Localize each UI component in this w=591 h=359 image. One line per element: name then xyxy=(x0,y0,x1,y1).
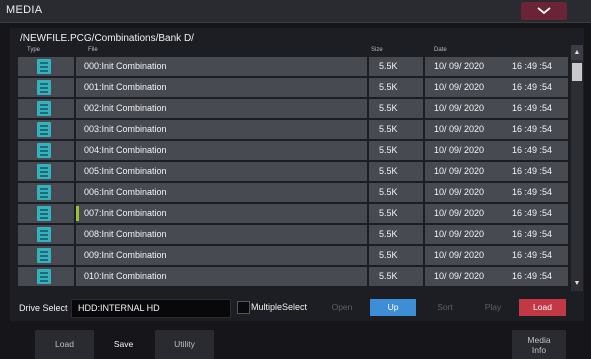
open-button[interactable]: Open xyxy=(322,299,362,316)
file-size: 5.5K xyxy=(379,145,398,155)
window-title: MEDIA xyxy=(6,4,43,16)
file-size: 5.5K xyxy=(379,61,398,71)
drive-select-field[interactable]: HDD:INTERNAL HD xyxy=(71,299,231,318)
combination-file-icon xyxy=(37,227,51,242)
file-name: 007:Init Combination xyxy=(84,208,167,218)
file-row[interactable]: 000:Init Combination 5.5K 10/ 09/ 2020 16… xyxy=(18,57,568,76)
file-time: 16 :49 :54 xyxy=(512,103,553,113)
file-row[interactable]: 005:Init Combination 5.5K 10/ 09/ 2020 16… xyxy=(18,162,568,181)
file-date: 10/ 09/ 2020 xyxy=(434,61,485,71)
current-path: /NEWFILE.PCG/Combinations/Bank D/ xyxy=(20,33,194,44)
file-size: 5.5K xyxy=(379,82,398,92)
file-size: 5.5K xyxy=(379,271,398,281)
sort-button[interactable]: Sort xyxy=(425,299,465,316)
file-time: 16 :49 :54 xyxy=(512,61,553,71)
file-date: 10/ 09/ 2020 xyxy=(434,229,485,239)
file-name: 000:Init Combination xyxy=(84,61,167,71)
scroll-down-icon[interactable]: ▼ xyxy=(571,276,583,291)
file-name: 009:Init Combination xyxy=(84,250,167,260)
combination-file-icon xyxy=(37,269,51,284)
file-date: 10/ 09/ 2020 xyxy=(434,145,485,155)
file-row[interactable]: 003:Init Combination 5.5K 10/ 09/ 2020 16… xyxy=(18,120,568,139)
file-date: 10/ 09/ 2020 xyxy=(434,187,485,197)
file-date: 10/ 09/ 2020 xyxy=(434,208,485,218)
file-name: 010:Init Combination xyxy=(84,271,167,281)
file-size: 5.5K xyxy=(379,250,398,260)
file-row[interactable]: 010:Init Combination 5.5K 10/ 09/ 2020 16… xyxy=(18,267,568,286)
file-row[interactable]: 009:Init Combination 5.5K 10/ 09/ 2020 16… xyxy=(18,246,568,265)
bottom-control-bar: Drive Select HDD:INTERNAL HD MultipleSel… xyxy=(0,297,591,319)
combination-file-icon xyxy=(37,164,51,179)
vertical-scrollbar[interactable]: ▲ ▼ xyxy=(571,45,583,291)
file-date: 10/ 09/ 2020 xyxy=(434,166,485,176)
file-list: 000:Init Combination 5.5K 10/ 09/ 2020 16… xyxy=(18,57,568,287)
file-size: 5.5K xyxy=(379,166,398,176)
file-size: 5.5K xyxy=(379,187,398,197)
file-time: 16 :49 :54 xyxy=(512,187,553,197)
file-date: 10/ 09/ 2020 xyxy=(434,271,485,281)
file-row-selected[interactable]: 007:Init Combination 5.5K 10/ 09/ 2020 16… xyxy=(18,204,568,223)
chevron-down-icon xyxy=(537,7,551,15)
play-button[interactable]: Play xyxy=(473,299,513,316)
file-name: 006:Init Combination xyxy=(84,187,167,197)
combination-file-icon xyxy=(37,80,51,95)
multiple-select-label: MultipleSelect xyxy=(251,302,308,312)
file-row[interactable]: 006:Init Combination 5.5K 10/ 09/ 2020 16… xyxy=(18,183,568,202)
file-time: 16 :49 :54 xyxy=(512,166,553,176)
tab-media-info[interactable]: Media Info xyxy=(512,330,566,359)
file-name: 005:Init Combination xyxy=(84,166,167,176)
file-name: 004:Init Combination xyxy=(84,145,167,155)
file-size: 5.5K xyxy=(379,103,398,113)
combination-file-icon xyxy=(37,206,51,221)
file-name: 001:Init Combination xyxy=(84,82,167,92)
file-date: 10/ 09/ 2020 xyxy=(434,124,485,134)
file-size: 5.5K xyxy=(379,208,398,218)
drive-select-label: Drive Select xyxy=(19,303,68,313)
combination-file-icon xyxy=(37,185,51,200)
load-button[interactable]: Load xyxy=(519,299,566,316)
combination-file-icon xyxy=(37,59,51,74)
combination-file-icon xyxy=(37,122,51,137)
file-row[interactable]: 001:Init Combination 5.5K 10/ 09/ 2020 16… xyxy=(18,78,568,97)
up-button[interactable]: Up xyxy=(370,299,416,316)
page-menu-button[interactable] xyxy=(521,2,567,20)
column-header-date[interactable]: Date xyxy=(434,47,447,53)
file-name: 002:Init Combination xyxy=(84,103,167,113)
column-header-file[interactable]: File xyxy=(88,47,98,53)
tab-load[interactable]: Load xyxy=(35,330,94,359)
tab-media-info-line2: Info xyxy=(531,345,547,355)
combination-file-icon xyxy=(37,143,51,158)
file-date: 10/ 09/ 2020 xyxy=(434,82,485,92)
file-date: 10/ 09/ 2020 xyxy=(434,250,485,260)
file-size: 5.5K xyxy=(379,124,398,134)
tab-utility[interactable]: Utility xyxy=(155,330,214,359)
file-name: 003:Init Combination xyxy=(84,124,167,134)
file-time: 16 :49 :54 xyxy=(512,124,553,134)
file-time: 16 :49 :54 xyxy=(512,271,553,281)
file-time: 16 :49 :54 xyxy=(512,250,553,260)
column-header-type[interactable]: Type xyxy=(27,47,40,53)
multiple-select-checkbox[interactable] xyxy=(237,301,250,314)
file-browser-panel: /NEWFILE.PCG/Combinations/Bank D/ Type F… xyxy=(10,28,584,321)
file-time: 16 :49 :54 xyxy=(512,82,553,92)
combination-file-icon xyxy=(37,248,51,263)
file-date: 10/ 09/ 2020 xyxy=(434,103,485,113)
drive-select-value: HDD:INTERNAL HD xyxy=(78,303,160,313)
file-time: 16 :49 :54 xyxy=(512,208,553,218)
file-row[interactable]: 008:Init Combination 5.5K 10/ 09/ 2020 16… xyxy=(18,225,568,244)
column-header-size[interactable]: Size xyxy=(371,47,383,53)
page-tabs: Load Save Utility Media Info xyxy=(0,330,591,359)
file-row[interactable]: 002:Init Combination 5.5K 10/ 09/ 2020 16… xyxy=(18,99,568,118)
combination-file-icon xyxy=(37,101,51,116)
file-row[interactable]: 004:Init Combination 5.5K 10/ 09/ 2020 16… xyxy=(18,141,568,160)
file-time: 16 :49 :54 xyxy=(512,145,553,155)
file-size: 5.5K xyxy=(379,229,398,239)
scroll-up-icon[interactable]: ▲ xyxy=(571,45,583,60)
file-time: 16 :49 :54 xyxy=(512,229,553,239)
tab-save[interactable]: Save xyxy=(94,330,153,359)
title-bar: MEDIA xyxy=(0,0,591,23)
file-name: 008:Init Combination xyxy=(84,229,167,239)
scrollbar-thumb[interactable] xyxy=(572,63,582,81)
tab-media-info-line1: Media xyxy=(527,335,551,345)
